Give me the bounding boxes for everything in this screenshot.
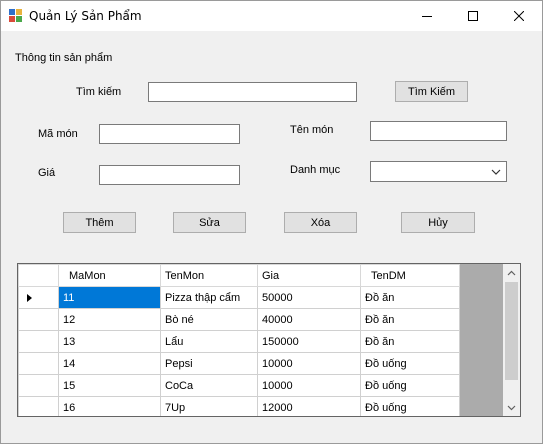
cell-tenmon[interactable]: CoCa bbox=[160, 374, 258, 397]
delete-button[interactable]: Xóa bbox=[284, 212, 357, 233]
cell-tendm[interactable]: Đồ ăn bbox=[360, 308, 460, 331]
gia-label: Giá bbox=[38, 167, 56, 179]
main-window: Quản Lý Sản Phẩm Thông tin sản phẩm Tìm … bbox=[0, 0, 543, 444]
row-header-corner bbox=[18, 264, 59, 287]
cell-tendm[interactable]: Đồ uống bbox=[360, 396, 460, 416]
minimize-button[interactable] bbox=[404, 1, 450, 31]
edit-button[interactable]: Sửa bbox=[173, 212, 246, 233]
app-icon bbox=[9, 9, 23, 23]
cell-tenmon[interactable]: 7Up bbox=[160, 396, 258, 416]
add-button[interactable]: Thêm bbox=[63, 212, 136, 233]
column-header-tenmon[interactable]: TenMon bbox=[160, 264, 258, 287]
ma-mon-label: Mã món bbox=[38, 128, 78, 140]
search-input[interactable] bbox=[148, 82, 357, 102]
cell-gia[interactable]: 50000 bbox=[257, 286, 361, 309]
ten-mon-input[interactable] bbox=[370, 121, 507, 141]
chevron-down-icon bbox=[507, 405, 516, 410]
cell-tenmon[interactable]: Bò né bbox=[160, 308, 258, 331]
row-header[interactable] bbox=[18, 374, 59, 397]
cell-gia[interactable]: 10000 bbox=[257, 374, 361, 397]
cell-mamon[interactable]: 15 bbox=[58, 374, 161, 397]
scroll-down-button[interactable] bbox=[503, 399, 520, 416]
products-grid[interactable]: MaMon TenMon Gia TenDM 11 Pizza thập cẩm… bbox=[17, 263, 521, 417]
column-header-gia[interactable]: Gia bbox=[257, 264, 361, 287]
cell-tendm[interactable]: Đồ uống bbox=[360, 352, 460, 375]
close-button[interactable] bbox=[496, 1, 542, 31]
cell-tenmon[interactable]: Pizza thập cẩm bbox=[160, 286, 258, 309]
table-row[interactable]: 14 Pepsi 10000 Đồ uống bbox=[18, 352, 460, 375]
table-row[interactable]: 12 Bò né 40000 Đồ ăn bbox=[18, 308, 460, 331]
cell-gia[interactable]: 12000 bbox=[257, 396, 361, 416]
row-header[interactable] bbox=[18, 352, 59, 375]
cell-mamon[interactable]: 11 bbox=[58, 286, 161, 309]
row-header[interactable] bbox=[18, 330, 59, 353]
close-icon bbox=[514, 11, 524, 21]
cell-tendm[interactable]: Đồ uống bbox=[360, 374, 460, 397]
cell-gia[interactable]: 10000 bbox=[257, 352, 361, 375]
grid-vertical-scrollbar[interactable] bbox=[503, 264, 520, 416]
cell-tenmon[interactable]: Lẩu bbox=[160, 330, 258, 353]
cell-mamon[interactable]: 12 bbox=[58, 308, 161, 331]
ma-mon-input[interactable] bbox=[99, 124, 240, 144]
title-bar[interactable]: Quản Lý Sản Phẩm bbox=[1, 1, 542, 31]
cell-tendm[interactable]: Đồ ăn bbox=[360, 286, 460, 309]
window-title: Quản Lý Sản Phẩm bbox=[29, 9, 142, 23]
danh-muc-combo[interactable] bbox=[370, 161, 507, 182]
cell-gia[interactable]: 150000 bbox=[257, 330, 361, 353]
cell-mamon[interactable]: 14 bbox=[58, 352, 161, 375]
cell-tenmon[interactable]: Pepsi bbox=[160, 352, 258, 375]
table-row[interactable]: 11 Pizza thập cẩm 50000 Đồ ăn bbox=[18, 286, 460, 309]
search-button[interactable]: Tìm Kiếm bbox=[395, 81, 468, 102]
minimize-icon bbox=[422, 16, 432, 17]
row-header[interactable] bbox=[18, 308, 59, 331]
cell-tendm[interactable]: Đồ ăn bbox=[360, 330, 460, 353]
cancel-button[interactable]: Hủy bbox=[401, 212, 475, 233]
scroll-up-button[interactable] bbox=[503, 264, 520, 281]
grid-header-row: MaMon TenMon Gia TenDM bbox=[18, 264, 460, 287]
column-header-tendm[interactable]: TenDM bbox=[360, 264, 460, 287]
chevron-up-icon bbox=[507, 270, 516, 275]
maximize-button[interactable] bbox=[450, 1, 496, 31]
chevron-down-icon bbox=[491, 169, 501, 175]
group-label: Thông tin sản phẩm bbox=[15, 52, 113, 64]
row-pointer-icon bbox=[27, 294, 32, 302]
scroll-thumb[interactable] bbox=[505, 282, 518, 380]
table-row[interactable]: 16 7Up 12000 Đồ uống bbox=[18, 396, 460, 416]
cell-mamon[interactable]: 16 bbox=[58, 396, 161, 416]
table-row[interactable]: 15 CoCa 10000 Đồ uống bbox=[18, 374, 460, 397]
row-header[interactable] bbox=[18, 396, 59, 416]
search-label: Tìm kiếm bbox=[76, 86, 122, 98]
row-header[interactable] bbox=[18, 286, 59, 309]
column-header-mamon[interactable]: MaMon bbox=[58, 264, 161, 287]
ten-mon-label: Tên món bbox=[290, 124, 334, 136]
table-row[interactable]: 13 Lẩu 150000 Đồ ăn bbox=[18, 330, 460, 353]
cell-mamon[interactable]: 13 bbox=[58, 330, 161, 353]
danh-muc-label: Danh mục bbox=[290, 164, 341, 176]
gia-input[interactable] bbox=[99, 165, 240, 185]
maximize-icon bbox=[468, 11, 478, 21]
cell-gia[interactable]: 40000 bbox=[257, 308, 361, 331]
